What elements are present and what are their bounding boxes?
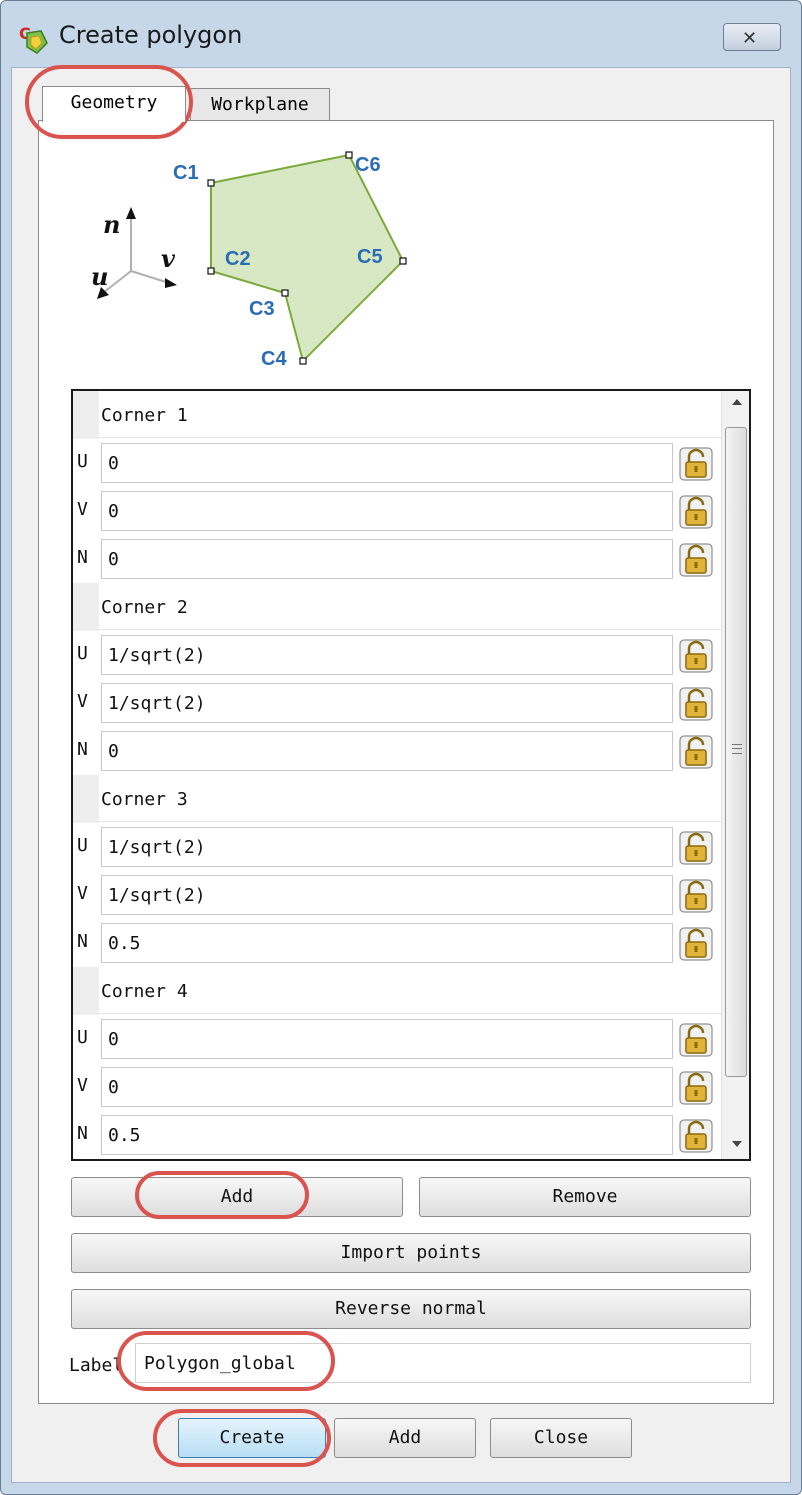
corner-1-v-input[interactable]: 0 [101,491,673,531]
corner-1-v-row: V 0 [73,487,721,535]
corner-name: Corner 2 [101,597,188,618]
corner-2-u-row: U 1/sqrt(2) [73,631,721,679]
n-axis-arrow [126,207,136,219]
corner-1-n-row: N 0 [73,535,721,583]
corner-3-v-input[interactable]: 1/sqrt(2) [101,875,673,915]
corner-label-c3: C3 [249,298,275,320]
corner-2-v-row: V 1/sqrt(2) [73,679,721,727]
lock-icon[interactable] [679,543,713,577]
lock-icon[interactable] [679,639,713,673]
corner-marker-c1 [207,179,215,187]
corner-4-n-input[interactable]: 0.5 [101,1115,673,1155]
corner-4-u-row: U 0 [73,1015,721,1063]
corner-4-v-input[interactable]: 0 [101,1067,673,1107]
remove-corner-button[interactable]: Remove [419,1177,751,1217]
v-axis-arrow [165,278,177,288]
create-button[interactable]: Create [178,1418,326,1458]
corner-name: Corner 1 [101,405,188,426]
scroll-down-arrow-icon[interactable] [732,1141,742,1147]
corner-header-1: Corner 1 [73,391,721,439]
window-close-button[interactable]: ✕ [723,23,781,51]
corner-marker-c6 [345,151,353,159]
corner-4-u-input[interactable]: 0 [101,1019,673,1059]
corner-list[interactable]: Corner 1 U 0 V 0 N 0 Corner 2 U 1/sqrt(2… [71,389,751,1161]
corner-header-2: Corner 2 [73,583,721,631]
corner-marker-c2 [207,267,215,275]
add-corner-button[interactable]: Add [71,1177,403,1217]
reverse-normal-button[interactable]: Reverse normal [71,1289,751,1329]
corner-1-u-input[interactable]: 0 [101,443,673,483]
corner-marker-c4 [299,357,307,365]
dialog-body: Geometry Workplane n v u C1 C2 C3 C4 C5 … [11,67,791,1483]
add-button[interactable]: Add [334,1418,476,1458]
tab-workplane[interactable]: Workplane [190,88,330,122]
corner-label-c1: C1 [173,162,199,184]
polygon-diagram: n v u C1 C2 C3 C4 C5 C6 [91,151,407,370]
u-axis-label: u [91,262,108,291]
corner-3-n-input[interactable]: 0.5 [101,923,673,963]
corner-label-c5: C5 [357,246,383,268]
close-button[interactable]: Close [490,1418,632,1458]
corner-header-3: Corner 3 [73,775,721,823]
lock-icon[interactable] [679,447,713,481]
import-points-button[interactable]: Import points [71,1233,751,1273]
corner-4-v-row: V 0 [73,1063,721,1111]
vertical-scrollbar[interactable] [721,391,749,1159]
app-icon: C [19,24,48,54]
window-title: Create polygon [59,21,243,49]
tab-geometry[interactable]: Geometry [42,86,186,122]
corner-2-u-input[interactable]: 1/sqrt(2) [101,635,673,675]
label-caption: Label [69,1355,124,1376]
corner-header-4: Corner 4 [73,967,721,1015]
lock-icon[interactable] [679,1071,713,1105]
corner-marker-c5 [399,257,407,265]
n-axis-label: n [103,210,120,239]
grip-icon [732,744,742,754]
lock-icon[interactable] [679,1023,713,1057]
corner-label-c6: C6 [355,154,381,176]
corner-label-c4: C4 [261,348,287,370]
corner-2-n-input[interactable]: 0 [101,731,673,771]
corner-marker-c3 [281,289,289,297]
corner-4-n-row: N 0.5 [73,1111,721,1159]
corner-1-n-input[interactable]: 0 [101,539,673,579]
label-input[interactable]: Polygon_global [135,1343,751,1383]
create-polygon-dialog: C Create polygon ✕ Geometry Workplane n … [0,0,802,1495]
corner-3-u-input[interactable]: 1/sqrt(2) [101,827,673,867]
lock-icon[interactable] [679,879,713,913]
lock-icon[interactable] [679,831,713,865]
corner-name: Corner 3 [101,789,188,810]
lock-icon[interactable] [679,687,713,721]
corner-name: Corner 4 [101,981,188,1002]
corner-2-v-input[interactable]: 1/sqrt(2) [101,683,673,723]
v-axis-label: v [161,244,176,273]
geometry-panel: n v u C1 C2 C3 C4 C5 C6 Corner 1 U 0 V 0… [38,120,774,1404]
corner-3-n-row: N 0.5 [73,919,721,967]
corner-3-v-row: V 1/sqrt(2) [73,871,721,919]
corner-label-c2: C2 [225,248,251,270]
close-icon: ✕ [742,28,758,49]
lock-icon[interactable] [679,735,713,769]
corner-3-u-row: U 1/sqrt(2) [73,823,721,871]
corner-2-n-row: N 0 [73,727,721,775]
lock-icon[interactable] [679,495,713,529]
scroll-thumb[interactable] [725,427,747,1077]
corner-1-u-row: U 0 [73,439,721,487]
title-bar[interactable]: C Create polygon ✕ [1,1,801,67]
scroll-up-arrow-icon[interactable] [732,399,742,405]
lock-icon[interactable] [679,927,713,961]
lock-icon[interactable] [679,1119,713,1153]
